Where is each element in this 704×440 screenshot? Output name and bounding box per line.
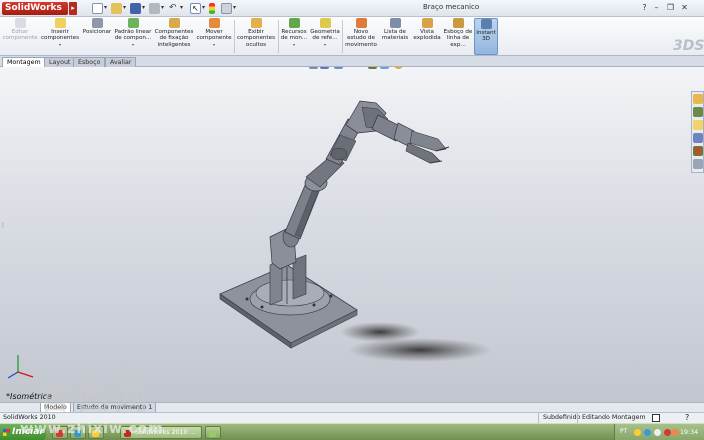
move-component-icon <box>208 18 220 28</box>
save-icon[interactable] <box>130 3 141 14</box>
chevron-down-icon[interactable]: ▾ <box>104 4 107 11</box>
chevron-down-icon[interactable]: ▾ <box>113 42 153 48</box>
document-title: Braço mecanico <box>423 3 480 11</box>
separator <box>234 20 235 53</box>
new-motion-study-button[interactable]: Novo estudo de movimento <box>344 18 378 55</box>
taskbar-item[interactable] <box>205 426 221 439</box>
show-hidden-icon <box>250 18 262 28</box>
task-pane <box>691 91 704 173</box>
linear-pattern-icon <box>127 18 139 28</box>
view-palette-icon[interactable] <box>693 133 703 143</box>
close-icon[interactable]: ✕ <box>679 2 690 13</box>
command-tabs: Montagem Layout Esboço Avaliar <box>0 56 704 68</box>
select-cursor-icon[interactable]: ↖ <box>190 3 201 14</box>
undo-icon[interactable]: ↶ <box>169 3 180 14</box>
exploded-view-button[interactable]: Vista explodida <box>412 18 442 55</box>
appearances-icon[interactable] <box>693 146 703 156</box>
mount-hole <box>312 303 316 307</box>
chevron-down-icon[interactable]: ▾ <box>142 4 145 11</box>
chevron-down-icon[interactable]: ▾ <box>40 42 80 48</box>
tab-esboco[interactable]: Esboço <box>73 57 106 67</box>
upper-arm-joint <box>330 147 348 161</box>
insert-components-icon <box>54 18 66 28</box>
print-icon[interactable] <box>149 3 160 14</box>
tray-icon[interactable] <box>664 429 671 436</box>
tray-icon[interactable] <box>644 429 651 436</box>
chevron-down-icon[interactable]: ▾ <box>161 4 164 11</box>
design-library-icon[interactable] <box>693 107 703 117</box>
minimize-icon[interactable]: – <box>651 2 662 13</box>
chevron-down-icon[interactable]: ▾ <box>310 42 340 48</box>
mount-hole <box>260 305 264 309</box>
smart-fasteners-button[interactable]: Componentes de fixação inteligentes <box>154 18 194 55</box>
linear-pattern-button[interactable]: Padrão linear de compon... ▾ <box>113 18 153 55</box>
edit-component-button[interactable]: Editar componente <box>2 18 38 55</box>
mate-icon <box>91 18 103 28</box>
language-indicator[interactable]: PT <box>620 424 627 440</box>
reference-geometry-button[interactable]: Geometria de refe... ▾ <box>310 18 340 55</box>
open-folder-icon[interactable] <box>111 3 122 14</box>
help-icon[interactable]: ? <box>639 2 650 13</box>
assembly-features-icon <box>288 18 300 28</box>
app-icon <box>209 430 216 437</box>
mount-hole <box>245 297 249 301</box>
show-hidden-components-button[interactable]: Exibir componentes ocultos <box>236 18 276 55</box>
file-properties-icon[interactable] <box>221 3 232 14</box>
status-dialog-icon[interactable] <box>652 414 660 422</box>
dassault-logo-icon: 3DS <box>673 38 704 54</box>
tray-icon[interactable] <box>654 429 661 436</box>
exploded-view-icon <box>421 18 433 28</box>
rebuild-icon[interactable] <box>209 3 215 14</box>
coordinate-triad-icon <box>7 355 34 379</box>
clock[interactable]: 19:34 <box>680 424 698 440</box>
explode-line-sketch-button[interactable]: Esboço de linha de exp... <box>443 18 473 55</box>
chevron-down-icon[interactable]: ▾ <box>180 4 183 11</box>
graphics-area[interactable]: ⌕ ⊕ ↺ ◎ – ❐ ✕ ⋮ <box>0 67 704 402</box>
chevron-down-icon[interactable]: ▾ <box>280 42 308 48</box>
edit-component-icon <box>14 18 26 28</box>
file-explorer-icon[interactable] <box>693 120 703 130</box>
reference-geometry-icon <box>319 18 331 28</box>
windows-logo-icon <box>3 429 10 436</box>
command-manager: Editar componente Inserir componentes ▾ … <box>0 17 704 56</box>
tray-icon[interactable] <box>634 429 641 436</box>
instant3d-button[interactable]: Instant 3D <box>474 18 498 55</box>
robot-arm-model[interactable] <box>0 67 704 402</box>
separator <box>342 20 343 53</box>
tab-avaliar[interactable]: Avaliar <box>105 57 137 67</box>
chevron-down-icon[interactable]: ▾ <box>196 42 232 48</box>
turntable-top <box>255 279 325 307</box>
insert-components-button[interactable]: Inserir componentes ▾ <box>40 18 80 55</box>
assembly-features-button[interactable]: Recursos de mon... ▾ <box>280 18 308 55</box>
model-shadow <box>340 322 420 342</box>
separator <box>278 20 279 53</box>
mount-hole <box>329 294 333 298</box>
mate-button[interactable]: Posicionar <box>82 18 112 55</box>
new-motion-study-icon <box>355 18 367 28</box>
tab-layout[interactable]: Layout <box>44 57 76 67</box>
bill-of-materials-icon <box>389 18 401 28</box>
watermark-url: www.zhixiw.com <box>20 421 164 437</box>
bill-of-materials-button[interactable]: Lista de materiais <box>380 18 410 55</box>
instant3d-icon <box>480 19 492 29</box>
title-bar: SolidWorks ▸ ▾ ▾ ▾ ▾ ↶ ▾ ↖ ▾ ▾ Braço mec… <box>0 0 704 17</box>
custom-properties-icon[interactable] <box>693 159 703 169</box>
move-component-button[interactable]: Mover componente ▾ <box>196 18 232 55</box>
restore-icon[interactable]: ❐ <box>665 2 676 13</box>
new-document-icon[interactable] <box>92 3 103 14</box>
chevron-down-icon[interactable]: ▾ <box>202 4 205 11</box>
smart-fasteners-icon <box>168 18 180 28</box>
resources-icon[interactable] <box>693 94 703 104</box>
watermark-chinese: 昔西网 <box>38 378 152 418</box>
tray-icon[interactable] <box>672 429 679 436</box>
chevron-down-icon[interactable]: ▾ <box>233 4 236 11</box>
solidworks-logo[interactable]: SolidWorks <box>2 2 68 15</box>
solidworks-menu-arrow-icon[interactable]: ▸ <box>69 2 77 15</box>
explode-line-sketch-icon <box>452 18 464 28</box>
chevron-down-icon[interactable]: ▾ <box>123 4 126 11</box>
